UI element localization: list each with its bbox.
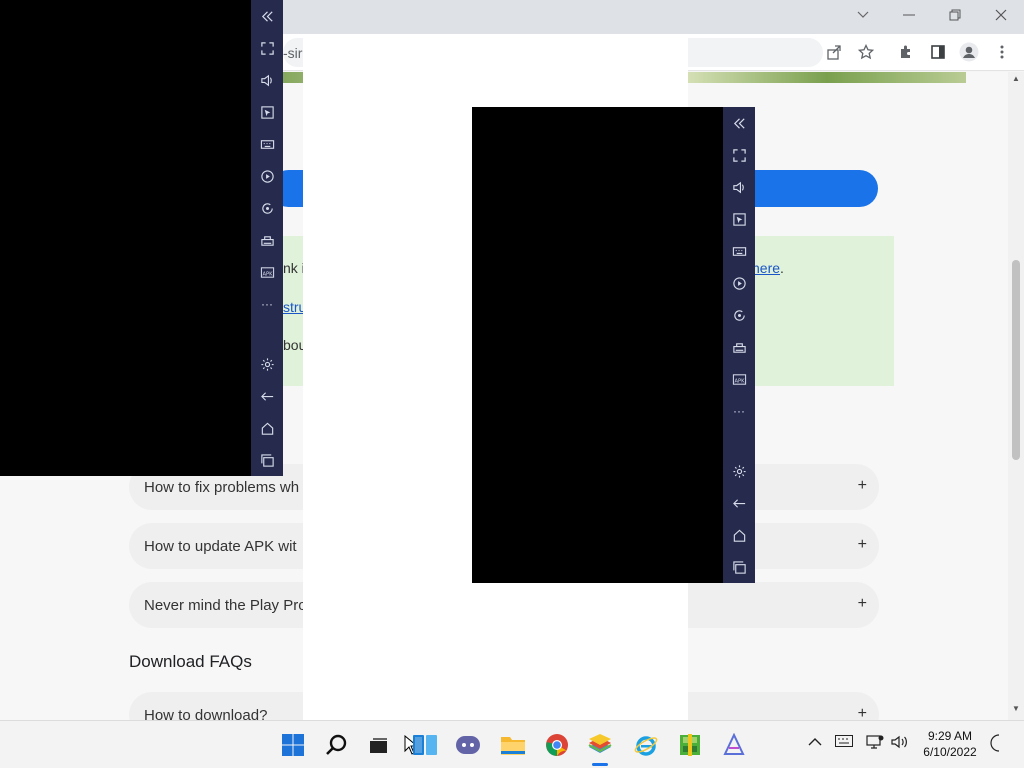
keyboard-icon[interactable]: [723, 240, 755, 262]
search-icon[interactable]: [323, 731, 351, 759]
chrome-icon[interactable]: [543, 731, 571, 759]
speaker-icon[interactable]: [891, 735, 909, 752]
back-icon[interactable]: [251, 385, 283, 407]
clock-time: 9:29 AM: [927, 729, 973, 743]
home-icon[interactable]: [251, 417, 283, 439]
apk-label: APK: [734, 378, 745, 384]
rotate-icon[interactable]: [251, 197, 283, 219]
faq-label: Never mind the Play Pro: [144, 597, 307, 614]
emulator-sidebar-left: APK ···: [251, 0, 283, 476]
app-icon[interactable]: [720, 731, 748, 759]
scrollbar-thumb[interactable]: [1012, 260, 1020, 460]
fullscreen-icon[interactable]: [723, 144, 755, 166]
file-explorer-icon[interactable]: [499, 731, 527, 759]
home-icon[interactable]: [723, 524, 755, 546]
profile-icon[interactable]: [958, 41, 980, 63]
plus-icon[interactable]: +: [858, 595, 867, 613]
scroll-up-arrow-icon[interactable]: ▲: [1008, 74, 1024, 88]
chevron-down-icon[interactable]: [840, 0, 886, 30]
chevron-up-icon[interactable]: [808, 735, 822, 750]
plus-icon[interactable]: +: [858, 705, 867, 720]
chat-icon[interactable]: [454, 731, 482, 759]
info-text-line1: nk i: [283, 260, 305, 276]
rotate-icon[interactable]: [723, 304, 755, 326]
emulator-screen-left[interactable]: [0, 0, 251, 476]
info-line1-suffix: .: [780, 260, 784, 276]
restore-icon[interactable]: [932, 0, 978, 30]
page-scrollbar[interactable]: ▲ ▼: [1008, 72, 1024, 720]
menu-dots-icon[interactable]: [991, 41, 1013, 63]
widgets-icon[interactable]: [411, 731, 439, 759]
bluestacks-icon[interactable]: [586, 731, 614, 759]
volume-icon[interactable]: [723, 176, 755, 198]
plus-icon[interactable]: +: [858, 536, 867, 554]
apk-label: APK: [262, 271, 273, 277]
collapse-icon[interactable]: [251, 5, 283, 27]
internet-explorer-icon[interactable]: [632, 731, 660, 759]
pointer-icon[interactable]: [251, 101, 283, 123]
faq-label: How to update APK wit: [144, 538, 297, 555]
emulator-screen-center[interactable]: [472, 107, 723, 583]
plus-icon[interactable]: +: [858, 477, 867, 495]
macro-icon[interactable]: [723, 272, 755, 294]
multi-instance-icon[interactable]: [251, 229, 283, 251]
more-icon[interactable]: ···: [723, 400, 755, 422]
recents-icon[interactable]: [723, 556, 755, 578]
download-faqs-title: Download FAQs: [129, 652, 252, 671]
star-icon[interactable]: [855, 41, 877, 63]
recents-icon[interactable]: [251, 449, 283, 471]
volume-icon[interactable]: [251, 69, 283, 91]
apk-icon[interactable]: APK: [723, 368, 755, 390]
multi-instance-icon[interactable]: [723, 336, 755, 358]
faq-label: How to fix problems wh: [144, 479, 300, 496]
close-icon[interactable]: [978, 0, 1024, 30]
share-icon[interactable]: [823, 41, 845, 63]
puzzle-icon[interactable]: [895, 41, 917, 63]
keyboard-icon[interactable]: [835, 735, 853, 750]
collapse-icon[interactable]: [723, 112, 755, 134]
sidepanel-icon[interactable]: [927, 41, 949, 63]
network-icon[interactable]: [866, 735, 884, 752]
pointer-icon[interactable]: [723, 208, 755, 230]
settings-icon[interactable]: [251, 353, 283, 375]
night-icon[interactable]: [989, 734, 1005, 755]
emulator-sidebar-center: APK ···: [723, 107, 755, 583]
system-clock[interactable]: 9:29 AM 6/10/2022: [918, 728, 982, 760]
settings-icon[interactable]: [723, 460, 755, 482]
apk-icon[interactable]: APK: [251, 261, 283, 283]
windows-start-icon[interactable]: [279, 731, 307, 759]
task-view-icon[interactable]: [364, 731, 392, 759]
address-url[interactable]: -sir: [283, 45, 302, 61]
active-app-indicator: [592, 763, 608, 766]
windows-taskbar: 9:29 AM 6/10/2022: [0, 720, 1024, 768]
winrar-icon[interactable]: [676, 731, 704, 759]
back-icon[interactable]: [723, 492, 755, 514]
faq-label: How to download?: [144, 707, 268, 720]
keyboard-icon[interactable]: [251, 133, 283, 155]
clock-date: 6/10/2022: [923, 745, 977, 759]
macro-icon[interactable]: [251, 165, 283, 187]
info-link-here[interactable]: here: [752, 260, 780, 276]
info-line1-link-wrap: here.: [752, 260, 784, 276]
minimize-icon[interactable]: [886, 0, 932, 30]
more-icon[interactable]: ···: [251, 293, 283, 315]
scroll-down-arrow-icon[interactable]: ▼: [1008, 704, 1024, 718]
fullscreen-icon[interactable]: [251, 37, 283, 59]
